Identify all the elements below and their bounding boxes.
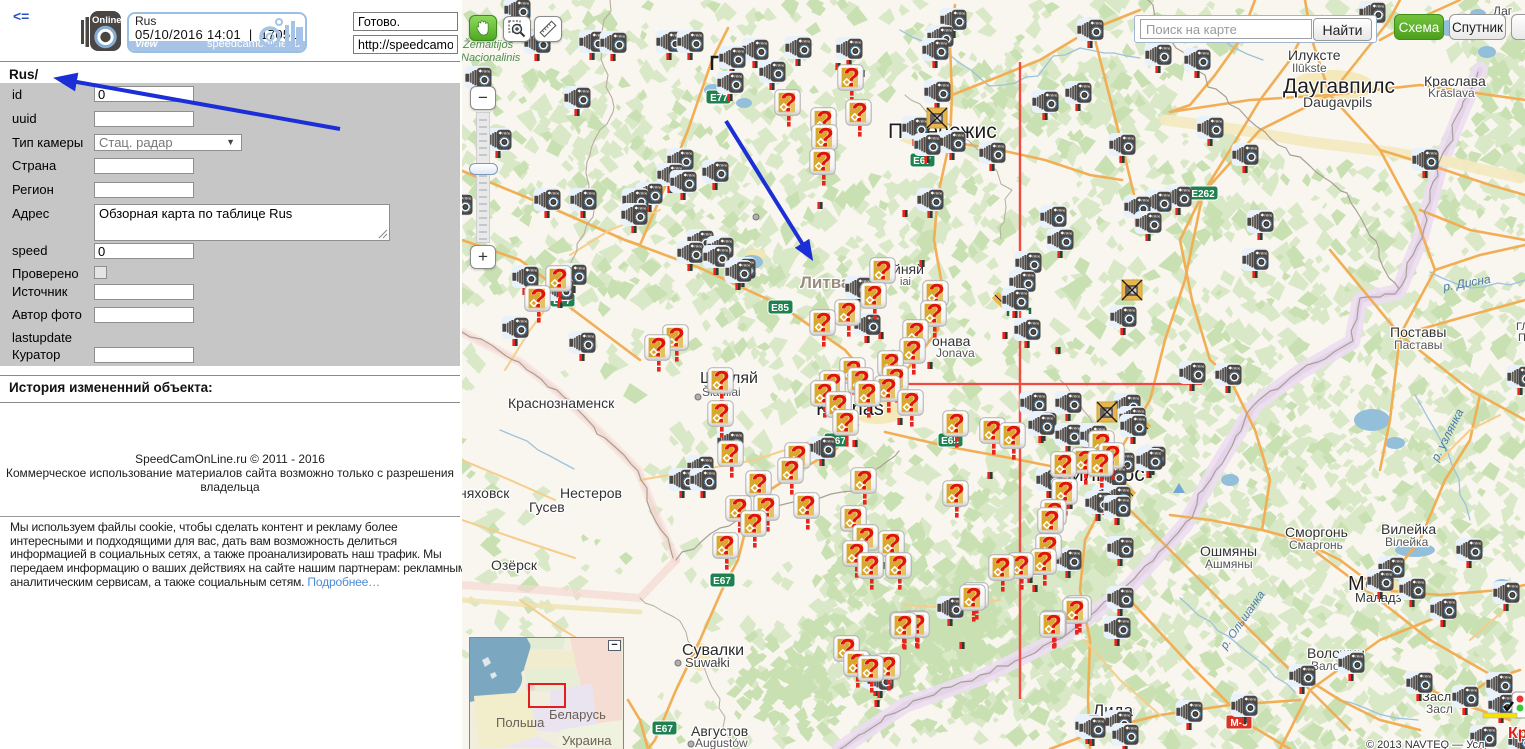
- svg-text:П: П: [1518, 332, 1525, 344]
- svg-text:Вілейка: Вілейка: [1385, 535, 1429, 549]
- svg-text:E85: E85: [771, 303, 789, 314]
- svg-text:Засл: Засл: [1426, 702, 1453, 716]
- svg-text:E77: E77: [710, 93, 728, 104]
- svg-text:Augustów: Augustów: [695, 736, 748, 749]
- svg-text:Смаргонь: Смаргонь: [1289, 538, 1343, 552]
- svg-text:Ilūkste: Ilūkste: [1292, 61, 1327, 75]
- svg-text:Ашмяны: Ашмяны: [1205, 557, 1253, 571]
- svg-text:Нестеров: Нестеров: [560, 485, 622, 501]
- svg-text:Krāslava: Krāslava: [1428, 86, 1475, 100]
- svg-text:Украина: Украина: [562, 733, 612, 748]
- svg-text:Online: Online: [92, 15, 122, 26]
- svg-text:няховск: няховск: [462, 485, 510, 501]
- svg-text:Кр: Кр: [1508, 725, 1525, 742]
- svg-text:iai: iai: [900, 276, 911, 288]
- svg-text:E67: E67: [713, 576, 731, 587]
- svg-text:Daugavpils: Daugavpils: [1303, 94, 1372, 110]
- svg-text:Nacionalinis: Nacionalinis: [462, 52, 521, 64]
- svg-text:Паставы: Паставы: [1394, 338, 1442, 352]
- svg-text:Беларусь: Беларусь: [549, 707, 606, 722]
- svg-text:E262: E262: [1191, 189, 1215, 200]
- svg-text:Озёрск: Озёрск: [491, 557, 538, 573]
- svg-text:йняй: йняй: [893, 261, 924, 277]
- svg-text:Jonava: Jonava: [936, 346, 975, 360]
- svg-text:Польша: Польша: [496, 715, 545, 730]
- svg-text:Гусев: Гусев: [529, 499, 565, 515]
- svg-text:E67: E67: [655, 724, 673, 735]
- svg-text:Краснознаменск: Краснознаменск: [508, 395, 615, 411]
- svg-text:© 2013 NAVTEQ — Усл: © 2013 NAVTEQ — Усл: [1366, 739, 1484, 749]
- svg-text:Suwałki: Suwałki: [685, 655, 730, 670]
- svg-text:Литва: Литва: [800, 273, 851, 292]
